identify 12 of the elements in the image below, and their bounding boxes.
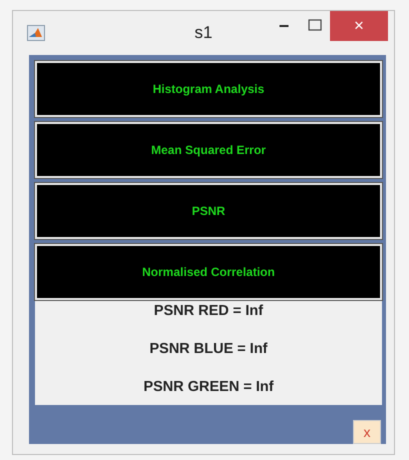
result-text: PSNR RED = Inf: [154, 302, 264, 319]
result-text: PSNR BLUE = Inf: [149, 340, 268, 357]
action-button[interactable]: Normalised Correlation: [35, 244, 382, 300]
minimize-button[interactable]: −: [268, 11, 300, 41]
app-icon: [27, 25, 45, 41]
close-button[interactable]: ×: [330, 11, 388, 41]
result-text: PSNR GREEN = Inf: [143, 379, 274, 395]
window-title: s1: [194, 23, 212, 42]
action-button[interactable]: PSNR: [35, 182, 382, 239]
action-button[interactable]: Mean Squared Error: [35, 122, 382, 178]
dismiss-button[interactable]: x: [353, 420, 381, 444]
action-button[interactable]: Histogram Analysis: [35, 61, 382, 117]
